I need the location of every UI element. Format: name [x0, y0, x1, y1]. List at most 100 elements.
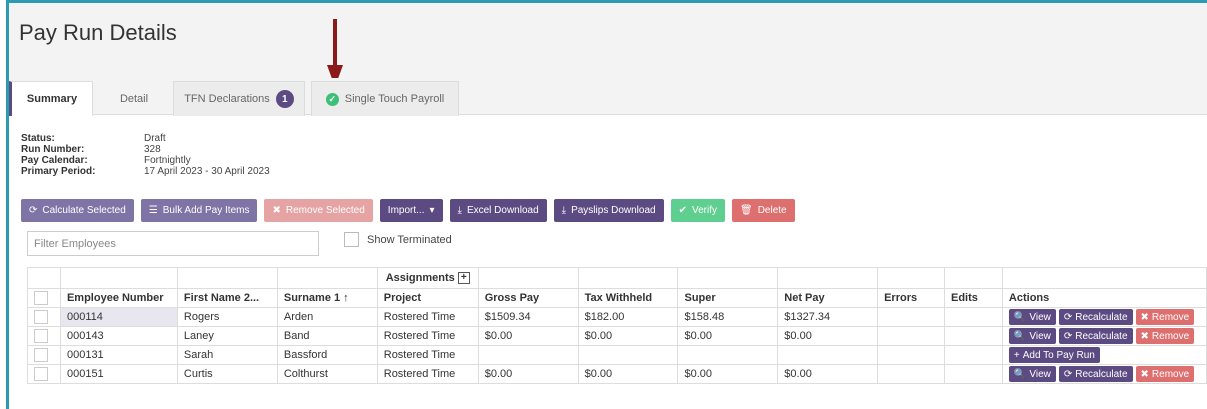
tax-withheld-cell: $0.00: [577, 364, 679, 384]
remove-button[interactable]: ✖ Remove: [1135, 309, 1195, 325]
button-label: View: [1029, 330, 1051, 342]
show-terminated-checkbox[interactable]: [344, 232, 359, 247]
actions-cell: 🔍 View ⟳ Recalculate ✖ Remove: [1001, 326, 1207, 346]
tab-label: Detail: [119, 92, 149, 105]
filter-placeholder: Filter Employees: [34, 237, 116, 250]
col-tax-withheld[interactable]: Tax Withheld: [577, 288, 679, 308]
row-checkbox[interactable]: [34, 310, 48, 324]
delete-button[interactable]: 🗑 Delete: [731, 199, 795, 222]
remove-selected-button[interactable]: ✖ Remove Selected: [264, 199, 373, 222]
super-cell: [677, 345, 779, 365]
col-errors[interactable]: Errors: [877, 288, 945, 308]
col-gross-pay[interactable]: Gross Pay: [477, 288, 579, 308]
recalculate-button[interactable]: ⟳ Recalculate: [1058, 366, 1133, 382]
payslips-download-button[interactable]: ⤓ Payslips Download: [553, 199, 664, 222]
refresh-icon: ⟳: [29, 205, 38, 216]
recalculate-button[interactable]: ⟳ Recalculate: [1058, 309, 1133, 325]
row-checkbox[interactable]: [34, 348, 48, 362]
edits-cell: [944, 345, 1003, 365]
caret-down-icon: ▾: [429, 205, 435, 216]
close-icon: ✖: [1140, 330, 1149, 342]
excel-download-button[interactable]: ⤓ Excel Download: [449, 199, 547, 222]
verify-button[interactable]: ✔ Verify: [670, 199, 725, 222]
page-header: Pay Run Details: [9, 3, 1207, 78]
col-net-pay[interactable]: Net Pay: [777, 288, 879, 308]
col-surname[interactable]: Surname 1 ↑: [276, 288, 378, 308]
button-label: Delete: [757, 205, 787, 216]
button-label: Excel Download: [466, 205, 539, 216]
row-checkbox[interactable]: [34, 329, 48, 343]
check-circle-icon: ✓: [325, 92, 339, 106]
download-icon: ⤓: [561, 205, 567, 216]
employee-number-cell: 000114: [59, 307, 178, 327]
surname-cell: Colthurst: [276, 364, 378, 384]
first-name-cell: Sarah: [176, 345, 278, 365]
view-button[interactable]: 🔍 View: [1008, 309, 1056, 325]
button-label: Verify: [691, 205, 717, 216]
button-label: Remove: [1151, 311, 1190, 323]
surname-cell: Arden: [276, 307, 378, 327]
button-label: Recalculate: [1075, 311, 1128, 323]
table-row[interactable]: 000151 Curtis Colthurst Rostered Time $0…: [27, 364, 1207, 384]
col-edits[interactable]: Edits: [944, 288, 1003, 308]
employee-number-cell: 000131: [59, 345, 178, 365]
primary-period-value: 17 April 2023 - 30 April 2023: [144, 166, 270, 177]
gross-pay-cell: $0.00: [477, 364, 579, 384]
table-row[interactable]: 000143 Laney Band Rostered Time $0.00 $0…: [27, 326, 1207, 346]
tab-summary[interactable]: Summary: [9, 81, 93, 116]
col-project[interactable]: Project: [376, 288, 479, 308]
button-label: View: [1029, 368, 1051, 380]
first-name-cell: Laney: [176, 326, 278, 346]
expand-plus-icon[interactable]: +: [457, 272, 470, 285]
tab-label: TFN Declarations: [184, 93, 270, 105]
net-pay-cell: $0.00: [777, 364, 879, 384]
select-all-checkbox[interactable]: [34, 291, 48, 305]
net-pay-cell: [777, 345, 879, 365]
plus-icon: +: [1013, 349, 1020, 361]
bulk-add-button[interactable]: ☰ Bulk Add Pay Items: [140, 199, 258, 222]
close-icon: ✖: [272, 205, 281, 216]
view-button[interactable]: 🔍 View: [1008, 328, 1056, 344]
tab-tfn-declarations[interactable]: TFN Declarations 1: [173, 81, 305, 116]
actions-cell: 🔍 View ⟳ Recalculate ✖ Remove: [1001, 307, 1207, 327]
remove-button[interactable]: ✖ Remove: [1135, 366, 1195, 382]
tab-detail[interactable]: Detail: [99, 81, 169, 116]
tax-withheld-cell: $182.00: [577, 307, 679, 327]
project-cell: Rostered Time: [376, 307, 479, 327]
button-label: Calculate Selected: [42, 205, 126, 216]
page-title: Pay Run Details: [19, 20, 177, 45]
filter-employees-input[interactable]: Filter Employees: [27, 231, 319, 256]
pay-run-info: Status: Draft Run Number: 328 Pay Calendar…: [21, 133, 270, 177]
surname-cell: Band: [276, 326, 378, 346]
super-cell: $0.00: [677, 326, 779, 346]
assignments-label: Assignments: [385, 271, 455, 284]
check-icon: ✔: [678, 205, 687, 216]
table-row[interactable]: 000114 Rogers Arden Rostered Time $1509.…: [27, 307, 1207, 327]
view-button[interactable]: 🔍 View: [1008, 366, 1056, 382]
primary-period-label: Primary Period:: [21, 166, 96, 177]
refresh-icon: ⟳: [1063, 330, 1073, 342]
status-label: Status:: [21, 133, 55, 144]
table-row[interactable]: 000131 Sarah Bassford Rostered Time + Add…: [27, 345, 1207, 365]
col-first-name[interactable]: First Name 2...: [176, 288, 278, 308]
recalculate-button[interactable]: ⟳ Recalculate: [1058, 328, 1133, 344]
tab-single-touch-payroll[interactable]: ✓ Single Touch Payroll: [311, 81, 459, 116]
employees-table: Assignments + Employee Number First Name …: [27, 267, 1207, 384]
calculate-selected-button[interactable]: ⟳ Calculate Selected: [21, 199, 134, 222]
col-super[interactable]: Super: [677, 288, 779, 308]
list-icon: ☰: [148, 205, 158, 216]
remove-button[interactable]: ✖ Remove: [1135, 328, 1195, 344]
gross-pay-cell: $1509.34: [477, 307, 579, 327]
show-terminated-toggle[interactable]: Show Terminated: [344, 232, 452, 247]
toolbar: ⟳ Calculate Selected ☰ Bulk Add Pay Items …: [21, 199, 795, 222]
gross-pay-cell: $0.00: [477, 326, 579, 346]
button-label: Import...: [387, 205, 425, 216]
import-dropdown-button[interactable]: Import... ▾: [379, 199, 443, 222]
pay-calendar-label: Pay Calendar:: [21, 155, 88, 166]
button-label: Remove: [1151, 330, 1190, 342]
run-number-label: Run Number:: [21, 144, 85, 155]
row-checkbox[interactable]: [34, 367, 48, 381]
col-employee-number[interactable]: Employee Number: [59, 288, 178, 308]
close-icon: ✖: [1140, 368, 1149, 380]
add-to-pay-run-button[interactable]: + Add To Pay Run: [1008, 347, 1100, 363]
